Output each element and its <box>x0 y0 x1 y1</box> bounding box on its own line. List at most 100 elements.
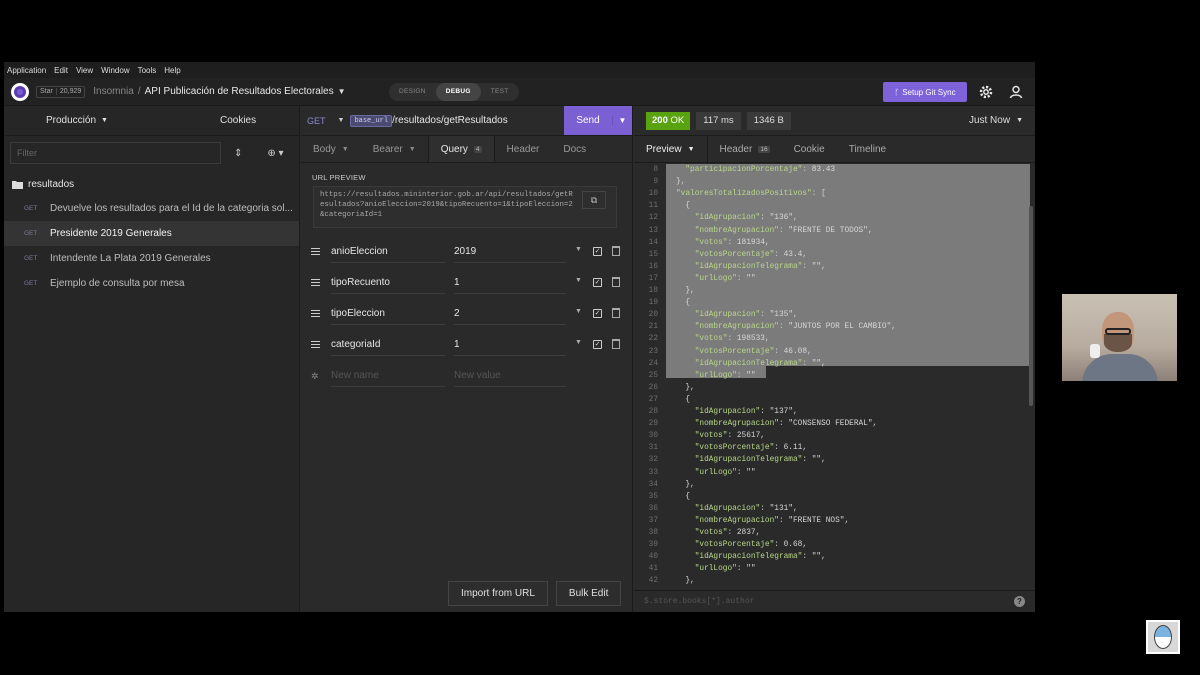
tab-header[interactable]: Header <box>495 136 552 162</box>
setup-git-sync-button[interactable]: ᚴ Setup Git Sync <box>883 82 967 102</box>
cookies-button[interactable]: Cookies <box>220 115 256 126</box>
request-item[interactable]: GET Ejemplo de consulta por mesa <box>4 271 299 296</box>
code-text: }, <box>676 287 695 295</box>
new-param-value-input[interactable]: New value <box>454 365 566 387</box>
line-number: 18 <box>648 287 658 295</box>
param-enabled-checkbox[interactable]: ✓ <box>593 340 602 349</box>
menu-help[interactable]: Help <box>164 66 180 75</box>
tab-query[interactable]: Query 4 <box>427 136 495 162</box>
import-from-url-button[interactable]: Import from URL <box>448 581 548 606</box>
chevron-down-icon[interactable]: ▼ <box>575 246 582 253</box>
line-number: 36 <box>648 504 658 513</box>
param-name-input[interactable]: categoriaId <box>331 334 445 356</box>
add-item-menu-icon[interactable]: ⊕ ▾ <box>267 148 283 159</box>
tab-header-label: Header <box>506 143 540 155</box>
folder-resultados[interactable]: resultados <box>4 172 299 196</box>
mode-test[interactable]: TEST <box>481 83 519 101</box>
tab-timeline[interactable]: Timeline <box>837 136 898 162</box>
settings-icon[interactable]: ✲ <box>311 371 319 382</box>
request-item-active[interactable]: GET Presidente 2019 Generales <box>4 221 299 246</box>
mode-debug[interactable]: DEBUG <box>435 83 481 101</box>
param-name-input[interactable]: tipoRecuento <box>331 272 445 294</box>
code-line: 37 "nombreAgrupacion": "FRENTE NOS", <box>634 515 1030 527</box>
send-button[interactable]: Send <box>564 115 612 126</box>
insomnia-logo-icon[interactable] <box>11 82 29 101</box>
param-value-input[interactable]: 2 <box>454 303 566 325</box>
mode-design[interactable]: DESIGN <box>389 83 436 101</box>
line-number: 30 <box>648 432 658 441</box>
response-json-viewer[interactable]: 8 "participacionPorcentaje": 83.43 9}, 10 "… <box>634 164 1032 590</box>
response-time: 117 ms <box>696 111 741 130</box>
tab-preview[interactable]: Preview ▼ <box>634 136 708 162</box>
param-value-input[interactable]: 2019 <box>454 241 566 263</box>
webcam-overlay <box>1062 294 1177 381</box>
breadcrumb-project[interactable]: API Publicación de Resultados Electorale… <box>145 86 334 97</box>
menu-tools[interactable]: Tools <box>138 66 157 75</box>
code-line: 32 "idAgrupacionTelegrama": "", <box>634 454 1030 466</box>
menu-view[interactable]: View <box>76 66 93 75</box>
response-filter-input[interactable]: $.store.books[*].author ? <box>634 590 1035 612</box>
breadcrumb-app[interactable]: Insomnia <box>93 86 134 97</box>
environment-selector[interactable]: Producción ▼ <box>46 115 108 126</box>
chevron-down-icon[interactable]: ▼ <box>575 339 582 346</box>
response-status-bar: 200 OK 117 ms 1346 B Just Now ▼ <box>634 106 1035 136</box>
menu-application[interactable]: Application <box>7 66 46 75</box>
menu-bar: Application Edit View Window Tools Help <box>4 62 1035 78</box>
github-star-button[interactable]: Star 20,929 <box>36 85 86 98</box>
chevron-down-icon[interactable]: ▼ <box>575 308 582 315</box>
tab-cookie-label: Cookie <box>793 143 825 155</box>
new-param-name-input[interactable]: New name <box>331 365 445 387</box>
param-enabled-checkbox[interactable]: ✓ <box>593 278 602 287</box>
drag-handle-icon[interactable] <box>311 248 320 255</box>
param-enabled-checkbox[interactable]: ✓ <box>593 309 602 318</box>
line-number: 23 <box>648 347 658 356</box>
gear-icon[interactable] <box>978 84 994 100</box>
github-star-label: Star <box>40 88 53 95</box>
request-item[interactable]: GET Intendente La Plata 2019 Generales <box>4 246 299 271</box>
trash-icon[interactable] <box>612 308 620 318</box>
code-line: 38 "votos": 2837, <box>634 527 1030 539</box>
request-pane: GET ▼ base_url /resultados/getResultados… <box>301 106 633 612</box>
chevron-down-icon[interactable]: ▼ <box>575 277 582 284</box>
sidebar-filter-input[interactable]: Filter <box>10 142 221 164</box>
history-dropdown[interactable]: Just Now ▼ <box>969 115 1023 126</box>
request-method: GET <box>24 280 38 287</box>
trash-icon[interactable] <box>612 246 620 256</box>
method-label: GET <box>307 115 326 126</box>
copy-url-button[interactable]: ⧉ <box>582 191 606 209</box>
drag-handle-icon[interactable] <box>311 279 320 286</box>
chevron-down-icon: ▼ <box>1016 117 1023 124</box>
tab-docs[interactable]: Docs <box>551 136 598 162</box>
menu-edit[interactable]: Edit <box>54 66 68 75</box>
send-options-icon[interactable]: ▼ <box>612 116 632 125</box>
sort-icon[interactable]: ⇕ <box>234 148 242 159</box>
drag-handle-icon[interactable] <box>311 310 320 317</box>
url-path-input[interactable]: /resultados/getResultados <box>392 115 508 126</box>
tab-body[interactable]: Body ▼ <box>301 136 361 162</box>
response-scrollbar[interactable] <box>1029 206 1033 406</box>
menu-window[interactable]: Window <box>101 66 129 75</box>
param-name-input[interactable]: tipoEleccion <box>331 303 445 325</box>
tab-auth[interactable]: Bearer ▼ <box>361 136 428 162</box>
tab-response-header[interactable]: Header 16 <box>708 136 782 162</box>
help-icon[interactable]: ? <box>1014 596 1025 607</box>
chevron-down-icon: ▼ <box>687 145 695 153</box>
line-number: 14 <box>648 238 658 247</box>
param-enabled-checkbox[interactable]: ✓ <box>593 247 602 256</box>
github-star-count: 20,929 <box>55 88 84 95</box>
code-text: "votosPorcentaje": 6.11, <box>694 444 808 453</box>
param-value-input[interactable]: 1 <box>454 334 566 356</box>
request-item[interactable]: GET Devuelve los resultados para el Id d… <box>4 196 299 221</box>
chevron-down-icon[interactable]: ▼ <box>338 87 346 96</box>
trash-icon[interactable] <box>612 339 620 349</box>
drag-handle-icon[interactable] <box>311 341 320 348</box>
account-icon[interactable] <box>1008 84 1024 100</box>
param-name-input[interactable]: anioEleccion <box>331 241 445 263</box>
method-selector[interactable]: GET ▼ <box>307 116 344 126</box>
param-value-input[interactable]: 1 <box>454 272 566 294</box>
trash-icon[interactable] <box>612 277 620 287</box>
line-number: 12 <box>648 214 658 223</box>
bulk-edit-button[interactable]: Bulk Edit <box>555 581 622 606</box>
base-url-variable[interactable]: base_url <box>350 114 393 127</box>
tab-cookie[interactable]: Cookie <box>782 136 837 162</box>
